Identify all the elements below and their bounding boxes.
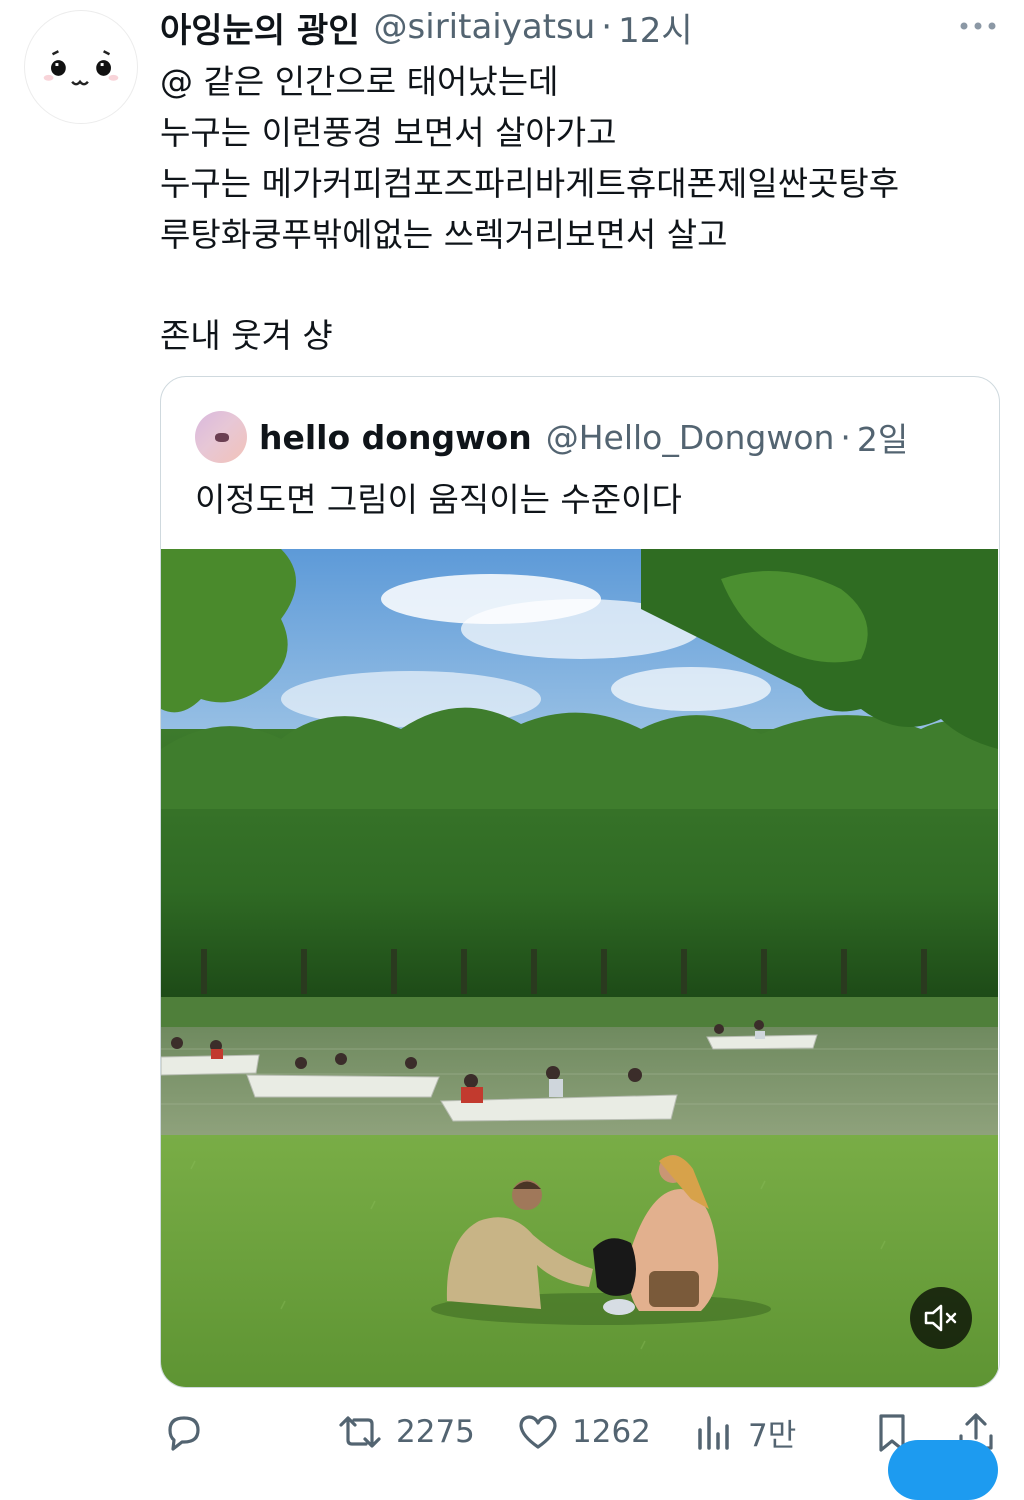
heart-icon — [519, 1415, 557, 1449]
speaker-muted-icon — [924, 1304, 957, 1332]
quoted-tweet-time: 2일 — [856, 420, 909, 459]
retweet-icon — [339, 1416, 381, 1448]
reply-icon — [168, 1416, 200, 1451]
separator-dot: · — [840, 417, 851, 457]
like-count: 1262 — [572, 1414, 651, 1450]
tweet-text-line: 루탕화쿵푸밖에없는 쓰렉거리보면서 살고 — [160, 215, 728, 254]
reply-button[interactable] — [162, 1404, 206, 1460]
views-button[interactable]: 7만 — [692, 1404, 796, 1460]
mute-toggle-button[interactable] — [910, 1287, 972, 1349]
more-options-button[interactable] — [958, 16, 998, 36]
tweet-text: @ 같은 인간으로 태어났는데 누구는 이런풍경 보면서 살아가고 누구는 메가… — [160, 56, 1010, 361]
author-avatar[interactable] — [24, 10, 138, 124]
tweet-time[interactable]: 12시 — [618, 3, 693, 52]
tweet-text-line: 누구는 이런풍경 보면서 살아가고 — [160, 113, 617, 152]
retweet-button[interactable]: 2275 — [336, 1404, 475, 1460]
avatar-face-icon — [43, 50, 119, 86]
tweet-text-line: 누구는 메가커피컴포즈파리바게트휴대폰제일싼곳탕후 — [160, 164, 900, 203]
quoted-tweet-text: 이정도면 그림이 움직이는 수준이다 — [195, 480, 682, 519]
more-horizontal-icon — [960, 22, 996, 30]
tweet-text-line: 존내 웃겨 샹 — [160, 316, 333, 355]
quoted-tweet-card[interactable]: hello dongwon @Hello_Dongwon · 2일 이정도면 그… — [160, 376, 1000, 1388]
separator-dot: · — [601, 7, 613, 47]
author-name[interactable]: 아잉눈의 광인 — [160, 3, 360, 52]
author-handle[interactable]: @siritaiyatsu — [374, 7, 596, 47]
quoted-author-handle: @Hello_Dongwon — [545, 417, 835, 457]
quoted-video[interactable] — [161, 549, 998, 1387]
views-count: 7만 — [748, 1417, 797, 1454]
retweet-count: 2275 — [396, 1414, 475, 1450]
like-button[interactable]: 1262 — [516, 1404, 651, 1460]
tweet-text-line: @ 같은 인간으로 태어났는데 — [160, 62, 559, 101]
park-lake-video-frame — [161, 549, 998, 1387]
quoted-author-name: hello dongwon — [259, 417, 532, 457]
tweet-header: 아잉눈의 광인 @siritaiyatsu · 12시 — [160, 3, 693, 52]
views-bar-chart-icon — [698, 1416, 729, 1450]
quoted-tweet-header: hello dongwon @Hello_Dongwon · 2일 — [195, 411, 908, 463]
compose-fab-button[interactable] — [888, 1440, 998, 1500]
quoted-author-avatar — [195, 411, 247, 463]
tweet-actions-bar: 2275 1262 7만 — [160, 1404, 1010, 1460]
